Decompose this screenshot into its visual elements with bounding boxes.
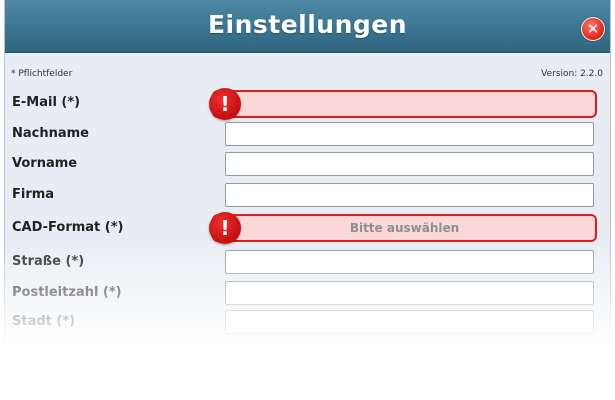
- firstname-field[interactable]: [225, 152, 594, 176]
- close-icon[interactable]: ✕: [581, 17, 605, 41]
- cad-format-label: CAD-Format (*): [12, 220, 124, 235]
- lastname-field[interactable]: [225, 122, 594, 146]
- city-field[interactable]: [225, 310, 594, 334]
- error-icon: !: [209, 88, 241, 120]
- title-bar: Einstellungen ✕: [5, 0, 610, 53]
- cad-format-selected-value: Bitte auswählen: [349, 221, 460, 235]
- email-field[interactable]: [212, 90, 597, 118]
- lastname-label: Nachname: [12, 126, 90, 141]
- street-label: Straße (*): [12, 254, 85, 269]
- dialog-title: Einstellungen: [207, 10, 408, 39]
- version-label: Version: 2.2.0: [541, 69, 603, 79]
- cad-format-select[interactable]: Bitte auswählen: [212, 214, 597, 242]
- city-label: Stadt (*): [12, 314, 76, 329]
- email-label: E-Mail (*): [12, 95, 81, 110]
- company-label: Firma: [12, 187, 55, 202]
- error-icon: !: [209, 212, 241, 244]
- zip-field[interactable]: [225, 281, 594, 305]
- street-field[interactable]: [225, 250, 594, 274]
- firstname-label: Vorname: [12, 156, 78, 171]
- required-fields-note: * Pflichtfelder: [11, 69, 73, 79]
- company-field[interactable]: [225, 183, 594, 207]
- zip-label: Postleitzahl (*): [12, 285, 122, 300]
